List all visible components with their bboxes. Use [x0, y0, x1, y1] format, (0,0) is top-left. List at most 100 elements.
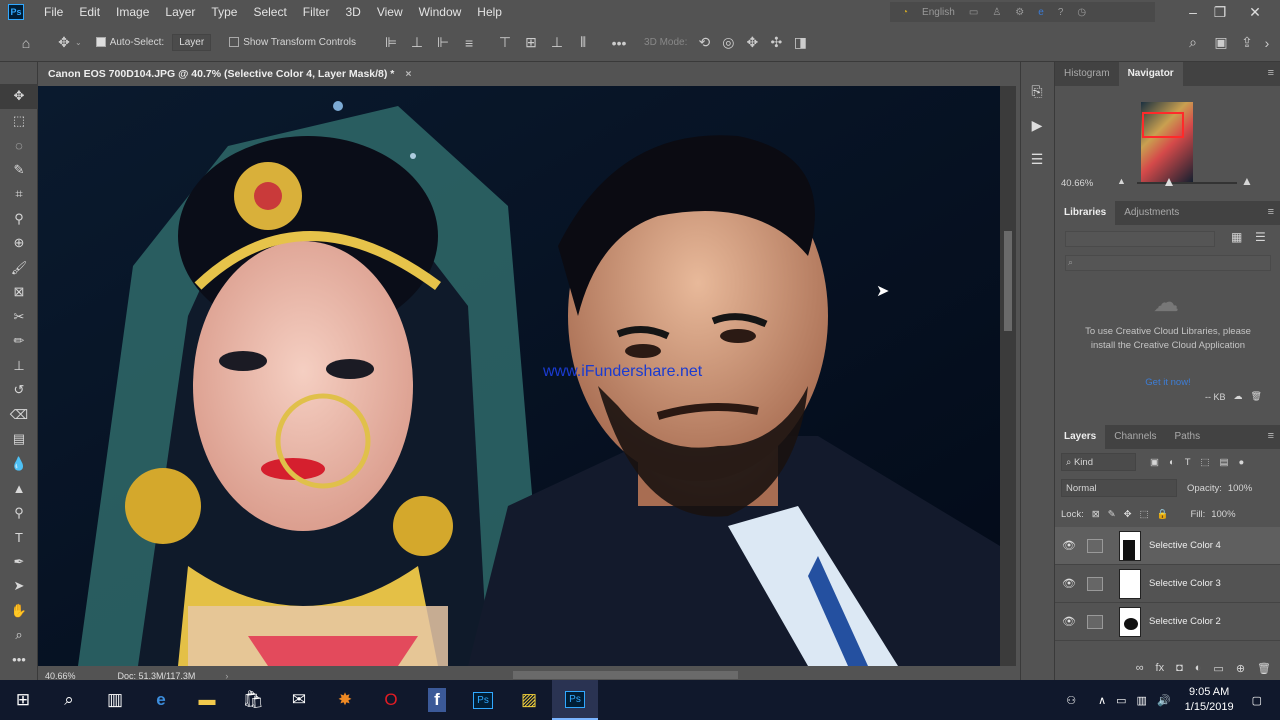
new-layer-icon[interactable]: ⊕: [1236, 662, 1245, 675]
workspace-icon[interactable]: ▣: [1210, 32, 1232, 54]
clock[interactable]: 9:05 AM 1/15/2019: [1185, 685, 1234, 715]
canvas-area[interactable]: www.iFundershare.net ➤: [38, 86, 1016, 666]
layer-name[interactable]: Selective Color 4: [1149, 540, 1221, 551]
lock-move-icon[interactable]: ✥: [1124, 509, 1132, 520]
photoshop-active-icon[interactable]: Ps: [552, 680, 598, 720]
search-icon[interactable]: ⌕: [46, 680, 92, 720]
library-search-input[interactable]: ⌕: [1065, 255, 1271, 271]
list-view-icon[interactable]: ☰: [1255, 230, 1266, 244]
settings-icon[interactable]: ⚙: [1015, 7, 1024, 18]
align-vcenter-icon[interactable]: ⊞: [520, 32, 542, 54]
lasso-tool-icon[interactable]: ◌: [0, 133, 38, 158]
more-tools-icon[interactable]: •••: [0, 648, 38, 673]
filter-shape-icon[interactable]: ⬚: [1201, 457, 1210, 468]
zoom-in-icon[interactable]: ▲: [1241, 174, 1253, 188]
keyboard-icon[interactable]: ▭: [969, 7, 978, 18]
tab-paths[interactable]: Paths: [1166, 425, 1210, 449]
menu-window[interactable]: Window: [411, 0, 470, 24]
visibility-eye-icon[interactable]: 👁: [1055, 539, 1083, 552]
sync-icon[interactable]: ☁: [1234, 391, 1243, 402]
scroll-right-icon[interactable]: ›: [1256, 32, 1278, 54]
eraser-tool-icon[interactable]: ⌫: [0, 403, 38, 428]
move-tool-preset-icon[interactable]: ✥: [53, 32, 75, 54]
menu-type[interactable]: Type: [203, 0, 245, 24]
frame-tool-icon[interactable]: ⊠: [0, 280, 38, 305]
task-view-icon[interactable]: ▥: [92, 680, 138, 720]
3d-roll-icon[interactable]: ◎: [717, 32, 739, 54]
marquee-tool-icon[interactable]: ⬚: [0, 109, 38, 134]
tab-libraries[interactable]: Libraries: [1055, 201, 1116, 225]
hscroll-thumb[interactable]: [513, 671, 738, 679]
app-icon[interactable]: ✸: [322, 680, 368, 720]
close-window-button[interactable]: ✕: [1238, 0, 1272, 24]
auto-select-checkbox[interactable]: [95, 37, 110, 48]
network-icon[interactable]: ▥: [1137, 694, 1147, 707]
clock-icon[interactable]: ◷: [1077, 7, 1086, 18]
start-icon[interactable]: ⊞: [0, 680, 46, 720]
lock-artboard-icon[interactable]: ⬚: [1140, 509, 1149, 520]
filter-pixel-icon[interactable]: ▣: [1150, 457, 1159, 468]
volume-icon[interactable]: 🔊: [1157, 694, 1171, 707]
opera-icon[interactable]: O: [368, 680, 414, 720]
grid-view-icon[interactable]: ▦: [1231, 230, 1242, 244]
distribute-vertical-icon[interactable]: ⦀: [572, 32, 594, 54]
layer-kind-dropdown[interactable]: ⌕ Kind: [1061, 453, 1136, 471]
lock-pixels-icon[interactable]: ⊠: [1092, 509, 1100, 520]
3d-slide-icon[interactable]: ✣: [765, 32, 787, 54]
eyedropper-tool-icon[interactable]: ⚲: [0, 207, 38, 232]
tab-channels[interactable]: Channels: [1105, 425, 1165, 449]
get-it-now-link[interactable]: Get it now!: [1055, 377, 1280, 388]
navigator-thumbnail[interactable]: [1141, 102, 1193, 182]
add-mask-icon[interactable]: ◘: [1176, 662, 1183, 674]
file-explorer-icon[interactable]: ▬: [184, 680, 230, 720]
home-icon[interactable]: ⌂: [15, 32, 37, 54]
menu-layer[interactable]: Layer: [157, 0, 203, 24]
mail-icon[interactable]: ✉: [276, 680, 322, 720]
people-icon[interactable]: ⚇: [1066, 694, 1076, 707]
dodge-tool-icon[interactable]: ⚲: [0, 501, 38, 526]
align-top-icon[interactable]: ⊤: [494, 32, 516, 54]
visibility-eye-icon[interactable]: 👁: [1055, 577, 1083, 590]
distribute-icon[interactable]: ≡: [458, 32, 480, 54]
panel-menu-icon[interactable]: ≡: [1268, 430, 1274, 442]
history-brush-icon[interactable]: ↺: [0, 378, 38, 403]
clone-stamp-icon[interactable]: ⊥: [0, 354, 38, 379]
align-left-icon[interactable]: ⊫: [380, 32, 402, 54]
move-tool-icon[interactable]: ✥: [0, 84, 38, 109]
auto-select-target-dropdown[interactable]: Layer: [172, 34, 212, 51]
photoshop-taskbar-icon[interactable]: Ps: [460, 680, 506, 720]
link-layers-icon[interactable]: ∞: [1136, 662, 1144, 674]
tab-adjustments[interactable]: Adjustments: [1115, 201, 1188, 225]
help-icon[interactable]: ?: [1058, 7, 1064, 18]
layer-row[interactable]: 👁 Selective Color 4: [1055, 527, 1280, 565]
vscroll-thumb[interactable]: [1004, 231, 1012, 331]
blur-tool-icon[interactable]: 💧: [0, 452, 38, 477]
pen-tool-icon[interactable]: ✒: [0, 550, 38, 575]
edge-icon[interactable]: e: [1038, 7, 1044, 18]
filter-adjust-icon[interactable]: ◐: [1169, 457, 1175, 468]
menu-edit[interactable]: Edit: [71, 0, 108, 24]
transform-controls-checkbox[interactable]: [229, 37, 243, 48]
tab-histogram[interactable]: Histogram: [1055, 62, 1119, 86]
history-panel-icon[interactable]: ⎘: [1021, 74, 1053, 108]
layer-mask-thumbnail[interactable]: [1119, 568, 1141, 599]
facebook-icon[interactable]: f: [414, 680, 460, 720]
language-label[interactable]: English: [922, 7, 955, 18]
battery-icon[interactable]: ▭: [1116, 694, 1126, 707]
layer-row[interactable]: 👁 Selective Color 2: [1055, 603, 1280, 641]
fx-icon[interactable]: fx: [1156, 662, 1165, 674]
navigator-zoom[interactable]: 40.66%: [1061, 178, 1093, 189]
vertical-scrollbar[interactable]: [1000, 86, 1016, 666]
hand-tool-icon[interactable]: ✋: [0, 599, 38, 624]
menu-select[interactable]: Select: [245, 0, 294, 24]
visibility-eye-icon[interactable]: 👁: [1055, 615, 1083, 628]
crop-tool-icon[interactable]: ⌗: [0, 182, 38, 207]
sticky-notes-icon[interactable]: ▨: [506, 680, 552, 720]
menu-view[interactable]: View: [369, 0, 411, 24]
tools-icon[interactable]: ♙: [992, 7, 1001, 18]
menu-file[interactable]: File: [36, 0, 71, 24]
pencil-tool-icon[interactable]: ✏: [0, 329, 38, 354]
close-tab-icon[interactable]: ×: [405, 68, 411, 80]
blend-mode-dropdown[interactable]: Normal: [1061, 479, 1177, 497]
opacity-value[interactable]: 100%: [1228, 483, 1252, 494]
